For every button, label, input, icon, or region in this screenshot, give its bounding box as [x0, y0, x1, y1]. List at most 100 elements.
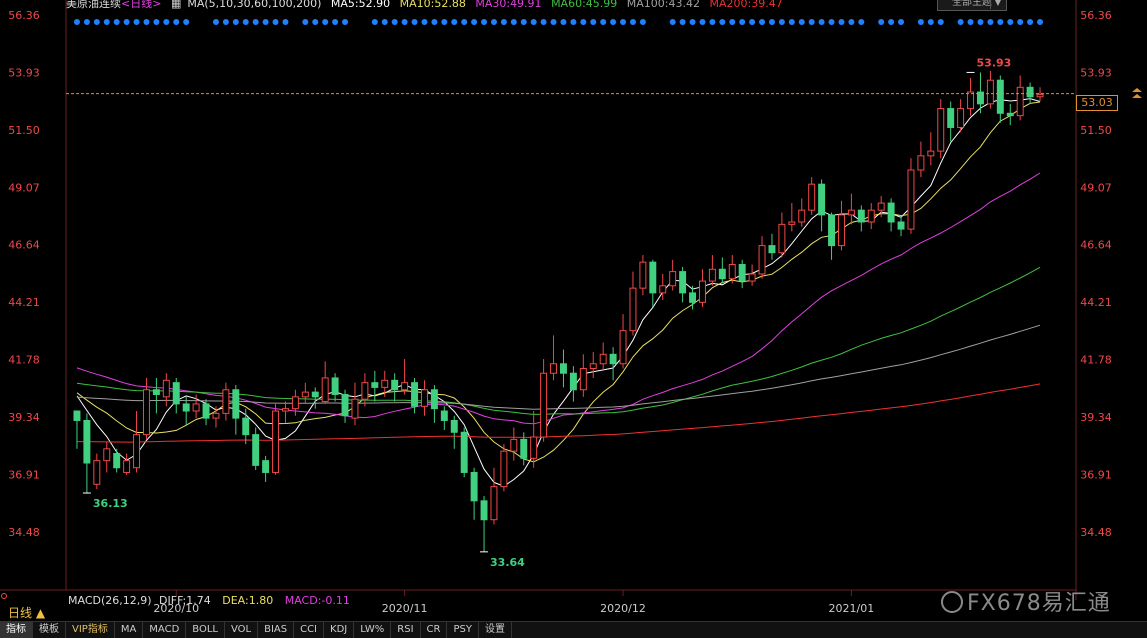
chevron-down-icon[interactable]: ▼: [990, 0, 1005, 9]
tab-14[interactable]: 设置: [479, 622, 512, 638]
event-dot[interactable]: [163, 19, 170, 25]
event-dot[interactable]: [1027, 19, 1034, 25]
event-dot[interactable]: [282, 19, 289, 25]
event-dot[interactable]: [629, 19, 636, 25]
event-dot[interactable]: [927, 19, 934, 25]
event-dot[interactable]: [471, 19, 478, 25]
event-dot[interactable]: [381, 19, 388, 25]
event-dot[interactable]: [530, 19, 537, 25]
tab-13[interactable]: PSY: [447, 622, 479, 638]
tab-11[interactable]: RSI: [391, 622, 421, 638]
tab-10[interactable]: LW%: [354, 622, 392, 638]
event-dot[interactable]: [610, 19, 617, 25]
event-dot[interactable]: [520, 19, 527, 25]
tab-6[interactable]: VOL: [225, 622, 259, 638]
event-dot[interactable]: [639, 19, 646, 25]
event-dot[interactable]: [421, 19, 428, 25]
event-dot[interactable]: [312, 19, 319, 25]
event-dot[interactable]: [401, 19, 408, 25]
event-dot[interactable]: [1007, 19, 1014, 25]
event-dot[interactable]: [183, 19, 190, 25]
event-dot[interactable]: [828, 19, 835, 25]
event-dot[interactable]: [669, 19, 676, 25]
event-dot[interactable]: [729, 19, 736, 25]
event-dot[interactable]: [848, 19, 855, 25]
tab-5[interactable]: BOLL: [186, 622, 225, 638]
event-dot[interactable]: [431, 19, 438, 25]
event-dot[interactable]: [173, 19, 180, 25]
ma-checkbox-icon[interactable]: ▦: [171, 0, 181, 10]
event-dot[interactable]: [93, 19, 100, 25]
event-dot[interactable]: [808, 19, 815, 25]
tab-3[interactable]: MA: [115, 622, 144, 638]
event-dot[interactable]: [342, 19, 349, 25]
candlestick-chart[interactable]: 56.36 56.36 53.93 53.93 51.50 51.50 49.07 49.07…: [0, 0, 1147, 637]
event-dot[interactable]: [232, 19, 239, 25]
event-dot[interactable]: [302, 19, 309, 25]
event-dot[interactable]: [957, 19, 964, 25]
event-dot[interactable]: [987, 19, 994, 25]
tab-12[interactable]: CR: [421, 622, 448, 638]
event-dot[interactable]: [749, 19, 756, 25]
event-dot[interactable]: [977, 19, 984, 25]
event-dot[interactable]: [441, 19, 448, 25]
event-dot[interactable]: [689, 19, 696, 25]
event-dot[interactable]: [550, 19, 557, 25]
event-dot[interactable]: [252, 19, 259, 25]
event-dot[interactable]: [798, 19, 805, 25]
event-dot[interactable]: [768, 19, 775, 25]
event-dot[interactable]: [83, 19, 90, 25]
event-dot[interactable]: [620, 19, 627, 25]
event-dot[interactable]: [967, 19, 974, 25]
tab-0[interactable]: 指标: [0, 622, 33, 638]
event-dot[interactable]: [858, 19, 865, 25]
event-dot[interactable]: [73, 19, 80, 25]
event-dot[interactable]: [739, 19, 746, 25]
event-dot[interactable]: [510, 19, 517, 25]
tab-1[interactable]: 模板: [33, 622, 66, 638]
tab-8[interactable]: CCI: [294, 622, 325, 638]
event-dot[interactable]: [679, 19, 686, 25]
event-dot[interactable]: [461, 19, 468, 25]
event-dot[interactable]: [759, 19, 766, 25]
event-dot[interactable]: [888, 19, 895, 25]
event-dot[interactable]: [1017, 19, 1024, 25]
event-dot[interactable]: [878, 19, 885, 25]
event-dot[interactable]: [699, 19, 706, 25]
event-dot[interactable]: [580, 19, 587, 25]
event-dot[interactable]: [540, 19, 547, 25]
event-dot[interactable]: [719, 19, 726, 25]
event-dot[interactable]: [153, 19, 160, 25]
event-dot[interactable]: [451, 19, 458, 25]
tab-9[interactable]: KDJ: [324, 622, 355, 638]
event-dot[interactable]: [778, 19, 785, 25]
event-dot[interactable]: [818, 19, 825, 25]
event-dot[interactable]: [262, 19, 269, 25]
tab-2[interactable]: VIP指标: [66, 622, 115, 638]
event-dot[interactable]: [113, 19, 120, 25]
event-dot[interactable]: [560, 19, 567, 25]
event-dot[interactable]: [322, 19, 329, 25]
event-dot[interactable]: [590, 19, 597, 25]
event-dot[interactable]: [838, 19, 845, 25]
event-dot[interactable]: [490, 19, 497, 25]
event-dot[interactable]: [272, 19, 279, 25]
event-dot[interactable]: [481, 19, 488, 25]
event-dot[interactable]: [898, 19, 905, 25]
event-dot[interactable]: [123, 19, 130, 25]
event-dot[interactable]: [997, 19, 1004, 25]
event-dot[interactable]: [143, 19, 150, 25]
event-dot[interactable]: [371, 19, 378, 25]
event-dot[interactable]: [212, 19, 219, 25]
event-dot[interactable]: [788, 19, 795, 25]
event-dot[interactable]: [222, 19, 229, 25]
event-dot[interactable]: [411, 19, 418, 25]
tab-4[interactable]: MACD: [143, 622, 187, 638]
tab-7[interactable]: BIAS: [258, 622, 295, 638]
event-dot[interactable]: [937, 19, 944, 25]
event-dot[interactable]: [570, 19, 577, 25]
event-dot[interactable]: [1037, 19, 1044, 25]
event-dot[interactable]: [391, 19, 398, 25]
event-dot[interactable]: [332, 19, 339, 25]
event-dot[interactable]: [500, 19, 507, 25]
